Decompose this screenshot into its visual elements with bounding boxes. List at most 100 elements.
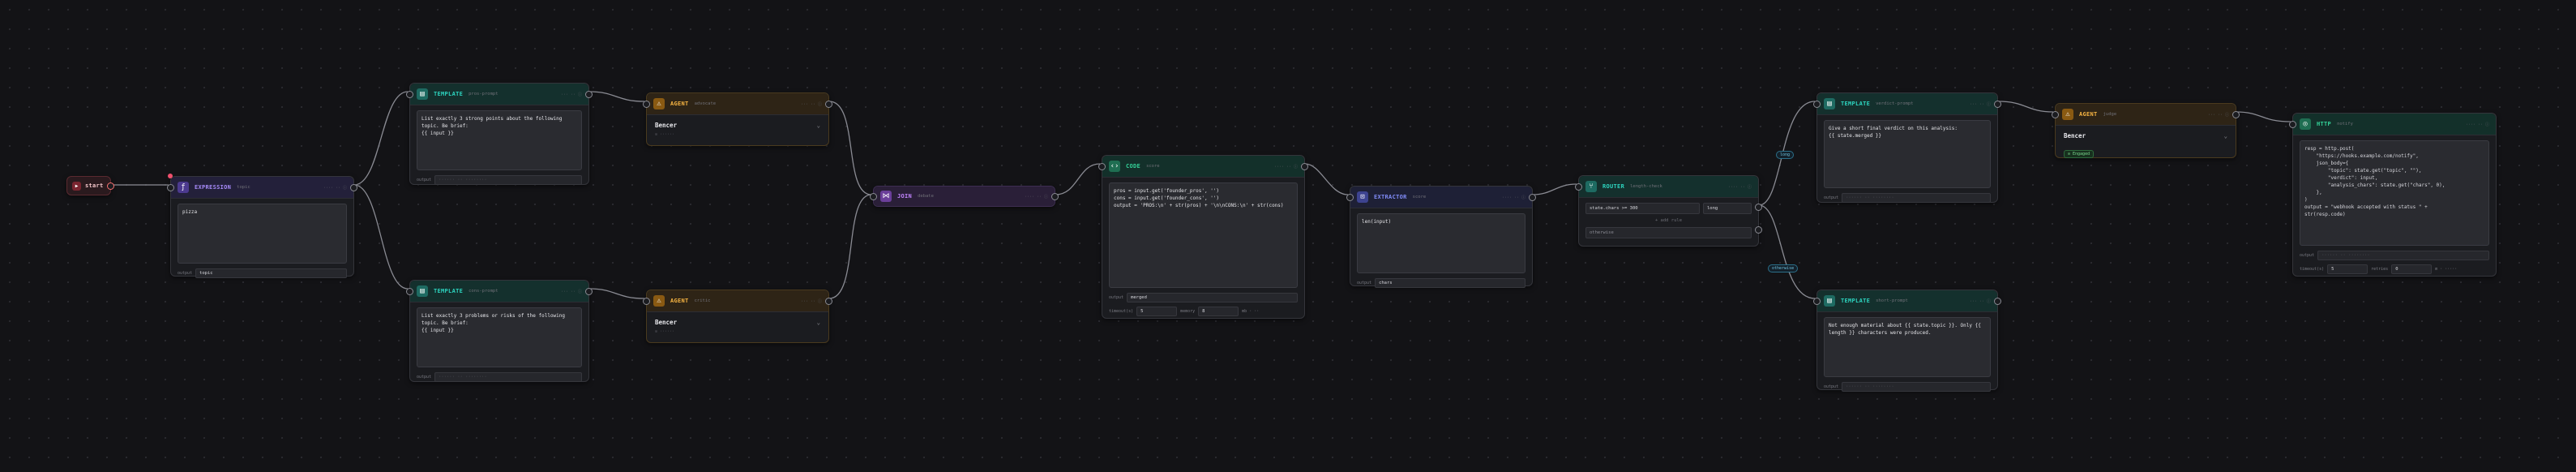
code-node[interactable]: ‹› CODE score ···· ·· ⓘ pros = input.get…	[1098, 155, 1308, 319]
output-port[interactable]	[350, 184, 357, 191]
output-port[interactable]	[585, 288, 593, 295]
join-header[interactable]: ⋈ JOIN debate ···· ·· ⓘ	[874, 187, 1055, 206]
expression-node[interactable]: ƒ EXPRESSION topic ···· ·· ⓘ pizza outpu…	[167, 174, 357, 278]
code-header[interactable]: ‹› CODE score ···· ·· ⓘ	[1102, 156, 1304, 178]
output-label: output	[1357, 281, 1372, 285]
rule-target[interactable]: long	[1703, 203, 1752, 214]
extractor-editor[interactable]: len(input)	[1357, 213, 1525, 273]
node-title: ROUTER	[1603, 183, 1625, 190]
template-node-cons[interactable]: ▤ TEMPLATE cons-prompt ··· ·· ⓘ List exa…	[406, 280, 593, 382]
agent-header[interactable]: ⚠ AGENT judge ··· ·· ⓘ	[2056, 104, 2236, 126]
code-editor[interactable]: pros = input.get('founder_pros', '') con…	[1109, 182, 1298, 288]
chevron-down-icon[interactable]: ⌄	[2223, 132, 2227, 139]
filter-icon: ⊡	[1357, 191, 1368, 203]
template-editor[interactable]: Give a short final verdict on this analy…	[1824, 120, 1991, 188]
output-port[interactable]	[1529, 194, 1536, 201]
node-kind: verdict-prompt	[1876, 101, 1914, 106]
node-title: TEMPLATE	[1841, 298, 1871, 304]
input-port[interactable]	[1813, 298, 1821, 305]
input-port[interactable]	[406, 288, 413, 295]
template-editor[interactable]: Not enough material about {{ state.topic…	[1824, 317, 1991, 377]
edge-label-otherwise[interactable]: otherwise	[1768, 264, 1799, 272]
http-node[interactable]: ◎ HTTP notify ···· ·· ⓘ resp = http.post…	[2289, 113, 2497, 277]
template-editor[interactable]: List exactly 3 problems or risks of the …	[417, 307, 582, 367]
timeout-field[interactable]: 5	[1136, 307, 1178, 316]
output-port[interactable]	[1994, 298, 2001, 305]
edge-expression-template-a	[353, 91, 409, 186]
node-kind: length-check	[1630, 184, 1662, 189]
output-field[interactable]: topic	[195, 268, 347, 278]
template-node-pros[interactable]: ▤ TEMPLATE pros-prompt ··· ·· ⓘ List exa…	[406, 83, 593, 185]
input-port[interactable]	[1346, 194, 1354, 201]
edge-label-long[interactable]: long	[1776, 151, 1795, 159]
agent-header[interactable]: ⚠ AGENT critic ··· ·· ⓘ	[647, 290, 828, 312]
input-port[interactable]	[1098, 163, 1106, 170]
output-field[interactable]: ······ ·· ········	[1842, 382, 1991, 392]
template-header[interactable]: ▤ TEMPLATE cons-prompt ··· ·· ⓘ	[410, 281, 588, 303]
output-port[interactable]	[825, 101, 832, 108]
input-port[interactable]	[406, 91, 413, 98]
template-node-short[interactable]: ▤ TEMPLATE short-prompt ··· ·· ⓘ Not eno…	[1813, 290, 2001, 392]
document-icon: ▤	[1824, 295, 1835, 307]
node-title: AGENT	[670, 101, 689, 107]
input-port[interactable]	[1813, 101, 1821, 108]
http-editor[interactable]: resp = http.post( "https://hooks.example…	[2300, 140, 2489, 246]
memory-field[interactable]: 8	[1198, 307, 1239, 316]
node-kind: cons-prompt	[469, 289, 499, 294]
start-label: start	[85, 182, 104, 189]
start-output-port[interactable]	[107, 182, 114, 190]
extractor-node[interactable]: ⊡ EXTRACTOR score ···· ·· ⓘ len(input) o…	[1346, 186, 1536, 288]
output-field[interactable]: ······ ·· ········	[434, 175, 582, 185]
output-field[interactable]: ······ ·· ········	[1842, 193, 1991, 203]
add-rule-button[interactable]: + add rule	[1579, 218, 1758, 223]
node-kind: topic	[237, 185, 250, 190]
template-node-verdict[interactable]: ▤ TEMPLATE verdict-prompt ··· ·· ⓘ Give …	[1813, 92, 2001, 203]
output-port[interactable]	[2232, 111, 2240, 118]
timeout-field[interactable]: 5	[2327, 264, 2368, 274]
node-meta: ···· ·· ⓘ	[323, 185, 347, 191]
router-header[interactable]: ⑂ ROUTER length-check ···· ·· ⓘ	[1579, 176, 1758, 198]
input-port[interactable]	[870, 193, 877, 200]
output-field[interactable]: ······ ·· ········	[2317, 251, 2489, 260]
extractor-header[interactable]: ⊡ EXTRACTOR score ···· ·· ⓘ	[1350, 187, 1532, 208]
input-port[interactable]	[1575, 183, 1582, 191]
retries-field[interactable]: 0	[2391, 264, 2433, 274]
input-port[interactable]	[643, 101, 650, 108]
otherwise-output-port[interactable]	[1755, 226, 1762, 234]
edge-code-extractor	[1304, 163, 1349, 195]
output-field[interactable]: ······ ·· ········	[434, 372, 582, 382]
start-node[interactable]: ▶ start	[66, 176, 114, 195]
rule-condition[interactable]: state.chars >= 300	[1585, 203, 1700, 214]
router-node[interactable]: ⑂ ROUTER length-check ···· ·· ⓘ state.ch…	[1575, 175, 1762, 247]
input-port[interactable]	[2289, 121, 2296, 128]
long-output-port[interactable]	[1755, 204, 1762, 211]
template-header[interactable]: ▤ TEMPLATE verdict-prompt ··· ·· ⓘ	[1817, 93, 1997, 115]
output-field[interactable]: chars	[1375, 278, 1525, 288]
otherwise-branch[interactable]: otherwise	[1585, 227, 1752, 238]
agent-node-judge[interactable]: ⚠ AGENT judge ··· ·· ⓘ Bencer ⌄ ⊙ Engaged	[2052, 103, 2240, 158]
agent-node-advocate[interactable]: ⚠ AGENT advocate ··· ·· ⓘ Bencer ⌄ ⊙ ····…	[643, 92, 832, 146]
entry-marker	[168, 174, 173, 178]
output-port[interactable]	[825, 298, 832, 305]
expression-editor[interactable]: pizza	[178, 204, 347, 264]
agent-status: ⊙ ······	[655, 132, 675, 137]
output-port[interactable]	[585, 91, 593, 98]
output-port[interactable]	[1051, 193, 1059, 200]
input-port[interactable]	[167, 184, 174, 191]
chevron-down-icon[interactable]: ⌄	[816, 319, 820, 326]
agent-node-critic[interactable]: ⚠ AGENT critic ··· ·· ⓘ Bencer ⌄ ⊙ ······	[643, 290, 832, 343]
template-header[interactable]: ▤ TEMPLATE pros-prompt ··· ·· ⓘ	[410, 84, 588, 105]
template-header[interactable]: ▤ TEMPLATE short-prompt ··· ·· ⓘ	[1817, 290, 1997, 312]
join-node[interactable]: ⋈ JOIN debate ···· ·· ⓘ	[870, 186, 1059, 207]
http-header[interactable]: ◎ HTTP notify ···· ·· ⓘ	[2293, 114, 2496, 135]
input-port[interactable]	[643, 298, 650, 305]
chevron-down-icon[interactable]: ⌄	[816, 122, 820, 129]
agent-status: ⊙ ······	[655, 329, 675, 334]
output-field[interactable]: merged	[1127, 293, 1298, 303]
output-port[interactable]	[1301, 163, 1308, 170]
agent-header[interactable]: ⚠ AGENT advocate ··· ·· ⓘ	[647, 93, 828, 115]
template-editor[interactable]: List exactly 3 strong points about the f…	[417, 110, 582, 170]
expression-header[interactable]: ƒ EXPRESSION topic ···· ·· ⓘ	[171, 177, 353, 199]
input-port[interactable]	[2052, 111, 2059, 118]
output-port[interactable]	[1994, 101, 2001, 108]
